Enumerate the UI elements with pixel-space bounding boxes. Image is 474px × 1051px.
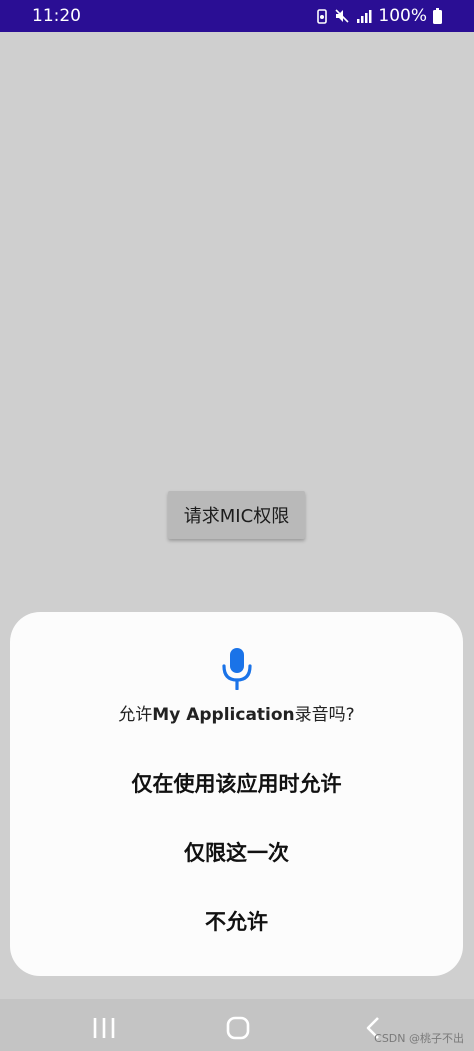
watermark: CSDN @桃子不出 [374,1032,464,1045]
prompt-prefix: 允许 [118,705,153,725]
allow-while-using-button[interactable]: 仅在使用该应用时允许 [10,768,463,798]
allow-once-button[interactable]: 仅限这一次 [10,837,463,867]
recent-apps-icon[interactable] [92,1017,116,1043]
deny-button[interactable]: 不允许 [10,906,463,936]
status-icons: 100% [316,6,442,26]
status-bar: 11:20 100% [0,0,474,32]
status-time: 11:20 [32,6,81,26]
signal-icon [356,8,372,24]
battery-percent: 100% [378,6,427,26]
app-name: My Application [152,705,295,725]
home-icon[interactable] [226,1016,250,1044]
permission-dialog: 允许My Application录音吗? 仅在使用该应用时允许 仅限这一次 不允… [10,612,463,976]
recording-icon [316,8,328,24]
microphone-icon [221,648,253,694]
mute-icon [334,8,350,24]
prompt-suffix: 录音吗? [294,705,355,725]
request-mic-permission-button[interactable]: 请求MIC权限 [168,491,305,539]
permission-prompt: 允许My Application录音吗? [10,700,463,725]
battery-icon [433,8,442,24]
